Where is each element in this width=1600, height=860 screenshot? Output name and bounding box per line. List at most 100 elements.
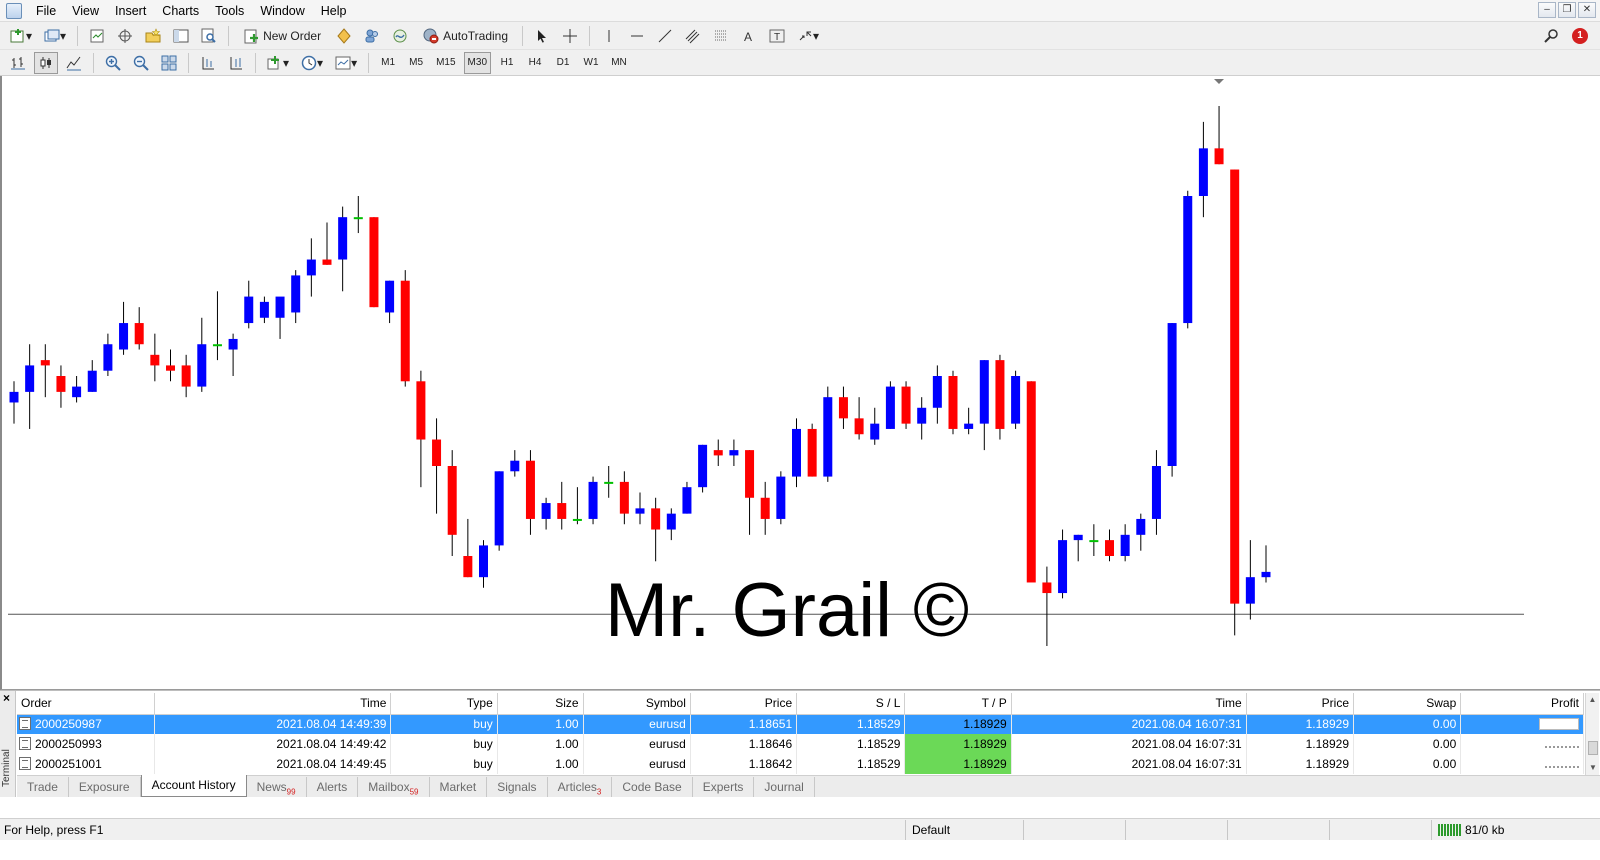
tab-experts[interactable]: Experts	[693, 777, 755, 797]
cursor-tool-button[interactable]	[530, 25, 554, 47]
column-header[interactable]: Swap	[1353, 693, 1462, 715]
candle-body	[1183, 196, 1193, 324]
timeframe-m30[interactable]: M30	[463, 51, 491, 74]
search-button[interactable]	[1540, 25, 1564, 47]
candlestick-chart-button[interactable]	[34, 51, 58, 74]
status-profile[interactable]: Default	[906, 819, 1024, 840]
tab-exposure[interactable]: Exposure	[69, 777, 141, 797]
horizontal-line-button[interactable]	[625, 25, 649, 47]
bar-chart-button[interactable]	[6, 52, 30, 74]
price-chart[interactable]: Mr. Grail ©	[2, 76, 1600, 688]
zoom-in-button[interactable]	[101, 52, 125, 74]
tab-trade[interactable]: Trade	[17, 777, 69, 797]
tab-alerts[interactable]: Alerts	[307, 777, 359, 797]
tab-code-base[interactable]: Code Base	[612, 777, 693, 797]
column-header[interactable]: T / P	[904, 693, 1012, 715]
table-row[interactable]: 2000250987 2021.08.04 14:49:39 buy 1.00 …	[17, 714, 1584, 734]
tab-account-history[interactable]: Account History	[140, 775, 247, 797]
tab-journal[interactable]: Journal	[754, 777, 815, 797]
market-button[interactable]	[388, 25, 412, 47]
status-cell	[1228, 819, 1330, 840]
market-watch-button[interactable]	[85, 25, 109, 47]
column-header[interactable]: Time	[154, 693, 392, 715]
table-row[interactable]: 2000250993 2021.08.04 14:49:42 buy 1.00 …	[17, 734, 1584, 754]
autotrading-button[interactable]: AutoTrading	[416, 25, 515, 47]
crosshair-tool-button[interactable]	[558, 25, 582, 47]
close-button[interactable]: ✕	[1578, 2, 1596, 18]
fibonacci-button[interactable]	[709, 25, 733, 47]
chart-window[interactable]: Mr. Grail ©	[0, 76, 1600, 690]
autoscroll-button[interactable]	[224, 52, 248, 74]
column-header[interactable]: Order	[17, 693, 156, 715]
menu-help[interactable]: Help	[313, 0, 355, 22]
profiles-button[interactable]: ▾	[40, 25, 70, 47]
column-header[interactable]: Time	[1011, 693, 1247, 715]
tab-articles[interactable]: Articles3	[548, 777, 613, 797]
templates-button[interactable]: ▾	[331, 52, 361, 74]
arrows-button[interactable]: ▾	[793, 25, 823, 47]
menu-window[interactable]: Window	[252, 0, 312, 22]
column-header[interactable]: Price	[1246, 693, 1355, 715]
menu-insert[interactable]: Insert	[107, 0, 154, 22]
indicators-button[interactable]: ▾	[263, 52, 293, 74]
scrollbar-thumb[interactable]	[1588, 741, 1598, 755]
column-header[interactable]: Size	[497, 693, 584, 715]
tab-news[interactable]: News99	[247, 777, 307, 797]
toolbar-separator	[589, 25, 591, 46]
timeframe-m5[interactable]: M5	[404, 52, 428, 74]
tab-signals[interactable]: Signals	[487, 777, 548, 797]
tab-mailbox[interactable]: Mailbox59	[358, 777, 430, 797]
notifications-button[interactable]: 1	[1568, 25, 1592, 47]
timeframe-w1[interactable]: W1	[579, 52, 603, 74]
text-label-button[interactable]: T	[765, 25, 789, 47]
candle-body	[885, 386, 895, 429]
cursor-arrow-icon	[534, 28, 550, 44]
timeframe-h1[interactable]: H1	[495, 52, 519, 74]
column-header[interactable]: Type	[390, 693, 498, 715]
column-header[interactable]: Symbol	[583, 693, 691, 715]
chart-shift-button[interactable]	[196, 52, 220, 74]
new-chart-button[interactable]: ▾	[6, 25, 36, 47]
minimize-button[interactable]: –	[1538, 2, 1556, 18]
data-window-button[interactable]	[113, 25, 137, 47]
column-header[interactable]: S / L	[796, 693, 906, 715]
arrows-icon	[797, 28, 813, 44]
vertical-line-button[interactable]	[597, 25, 621, 47]
candle-body	[494, 471, 504, 546]
menu-file[interactable]: File	[28, 0, 64, 22]
restore-button[interactable]: ❐	[1558, 2, 1576, 18]
column-header[interactable]: Profit	[1460, 693, 1584, 715]
profit-cell	[1460, 734, 1584, 754]
tab-market[interactable]: Market	[430, 777, 488, 797]
zoom-out-button[interactable]	[129, 52, 153, 74]
tile-windows-button[interactable]	[157, 52, 181, 74]
strategy-tester-button[interactable]	[197, 25, 221, 47]
equidistant-channel-button[interactable]	[681, 25, 705, 47]
timeframe-h4[interactable]: H4	[523, 52, 547, 74]
connection-status[interactable]: 81/0 kb	[1432, 823, 1504, 837]
timeframe-mn[interactable]: MN	[607, 52, 631, 74]
line-chart-button[interactable]	[62, 52, 86, 74]
metaeditor-button[interactable]	[332, 25, 356, 47]
scroll-up-icon[interactable]: ▲	[1586, 693, 1599, 707]
menu-tools[interactable]: Tools	[207, 0, 252, 22]
table-row[interactable]: 2000251001 2021.08.04 14:49:45 buy 1.00 …	[17, 754, 1584, 774]
timeframe-m15[interactable]: M15	[432, 52, 459, 74]
periods-button[interactable]: ▾	[297, 52, 327, 74]
candle-body	[87, 370, 97, 392]
text-tool-button[interactable]: A	[737, 25, 761, 47]
trendline-button[interactable]	[653, 25, 677, 47]
column-header[interactable]: Price	[690, 693, 798, 715]
navigator-button[interactable]	[141, 25, 165, 47]
menu-charts[interactable]: Charts	[154, 0, 207, 22]
terminal-close-icon[interactable]: ×	[3, 691, 10, 705]
signals-button[interactable]	[360, 25, 384, 47]
terminal-button[interactable]	[169, 25, 193, 47]
new-order-button[interactable]: New Order	[236, 25, 328, 47]
timeframe-d1[interactable]: D1	[551, 52, 575, 74]
menu-view[interactable]: View	[64, 0, 107, 22]
timeframe-m1[interactable]: M1	[376, 52, 400, 74]
scroll-down-icon[interactable]: ▼	[1586, 761, 1600, 775]
table-scrollbar[interactable]: ▲ ▼	[1585, 693, 1599, 775]
close-time-cell: 2021.08.04 16:07:31	[1011, 734, 1247, 754]
